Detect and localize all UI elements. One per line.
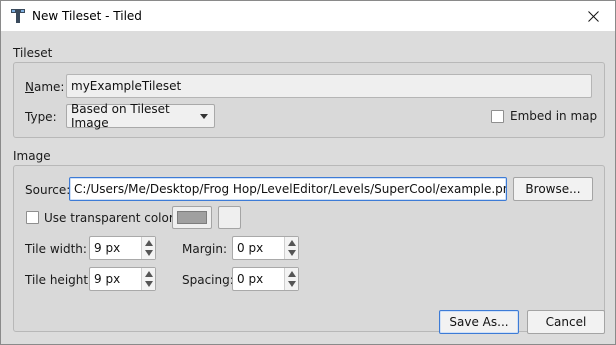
chevron-down-icon[interactable] xyxy=(288,250,296,256)
margin-value: 0 px xyxy=(237,241,264,255)
spacing-spinbox[interactable]: 0 px xyxy=(232,267,299,291)
source-path-field[interactable]: C:/Users/Me/Desktop/Frog Hop/LevelEditor… xyxy=(69,177,507,201)
name-label: Name: xyxy=(25,80,65,94)
title-bar: New Tileset - Tiled xyxy=(1,1,615,31)
tile-height-spinbox[interactable]: 9 px xyxy=(89,267,156,291)
spacing-label: Spacing: xyxy=(182,273,234,287)
chevron-up-icon[interactable] xyxy=(288,271,296,277)
chevron-up-icon[interactable] xyxy=(288,240,296,246)
tile-width-stepper[interactable] xyxy=(141,237,155,259)
dialog-body: Tileset Name: myExampleTileset Type: Bas… xyxy=(1,31,615,344)
new-tileset-dialog: New Tileset - Tiled Tileset Name: myExam… xyxy=(0,0,616,345)
window-title: New Tileset - Tiled xyxy=(32,9,142,23)
chevron-down-icon[interactable] xyxy=(145,281,153,287)
save-as-button[interactable]: Save As... xyxy=(439,310,519,334)
tiled-app-icon xyxy=(11,9,25,23)
color-swatch xyxy=(177,211,207,224)
name-label-rest: ame: xyxy=(33,80,65,94)
close-button[interactable] xyxy=(571,1,615,31)
transparent-color-picker[interactable] xyxy=(172,206,212,229)
name-field[interactable]: myExampleTileset xyxy=(66,74,592,98)
tile-width-value: 9 px xyxy=(94,241,121,255)
image-group-title: Image xyxy=(13,149,51,163)
tile-width-label: Tile width: xyxy=(25,242,87,256)
tile-width-spinbox[interactable]: 9 px xyxy=(89,236,156,260)
spacing-stepper[interactable] xyxy=(284,268,298,290)
tileset-group-title: Tileset xyxy=(13,46,53,60)
tile-height-label: Tile height: xyxy=(25,273,93,287)
chevron-up-icon[interactable] xyxy=(145,271,153,277)
transparent-color-checkbox[interactable] xyxy=(26,211,39,224)
cancel-button[interactable]: Cancel xyxy=(527,310,605,334)
margin-label: Margin: xyxy=(182,242,228,256)
browse-button[interactable]: Browse... xyxy=(513,177,593,201)
save-as-label: Save As... xyxy=(449,315,509,329)
close-icon xyxy=(587,10,599,22)
margin-spinbox[interactable]: 0 px xyxy=(232,236,299,260)
type-label: Type: xyxy=(25,110,57,124)
embed-in-map-label: Embed in map xyxy=(510,109,598,123)
chevron-down-icon[interactable] xyxy=(145,250,153,256)
type-dropdown[interactable]: Based on Tileset Image xyxy=(66,102,215,130)
chevron-up-icon[interactable] xyxy=(145,240,153,246)
source-label: Source: xyxy=(25,183,71,197)
spacing-value: 0 px xyxy=(237,272,264,286)
chevron-down-icon xyxy=(200,114,208,119)
type-dropdown-value: Based on Tileset Image xyxy=(71,102,170,130)
tile-height-stepper[interactable] xyxy=(141,268,155,290)
embed-in-map-checkbox[interactable] xyxy=(491,110,504,123)
reset-color-button[interactable] xyxy=(218,206,241,229)
chevron-down-icon[interactable] xyxy=(288,281,296,287)
tile-height-value: 9 px xyxy=(94,272,121,286)
margin-stepper[interactable] xyxy=(284,237,298,259)
transparent-color-label: Use transparent color: xyxy=(44,211,178,225)
